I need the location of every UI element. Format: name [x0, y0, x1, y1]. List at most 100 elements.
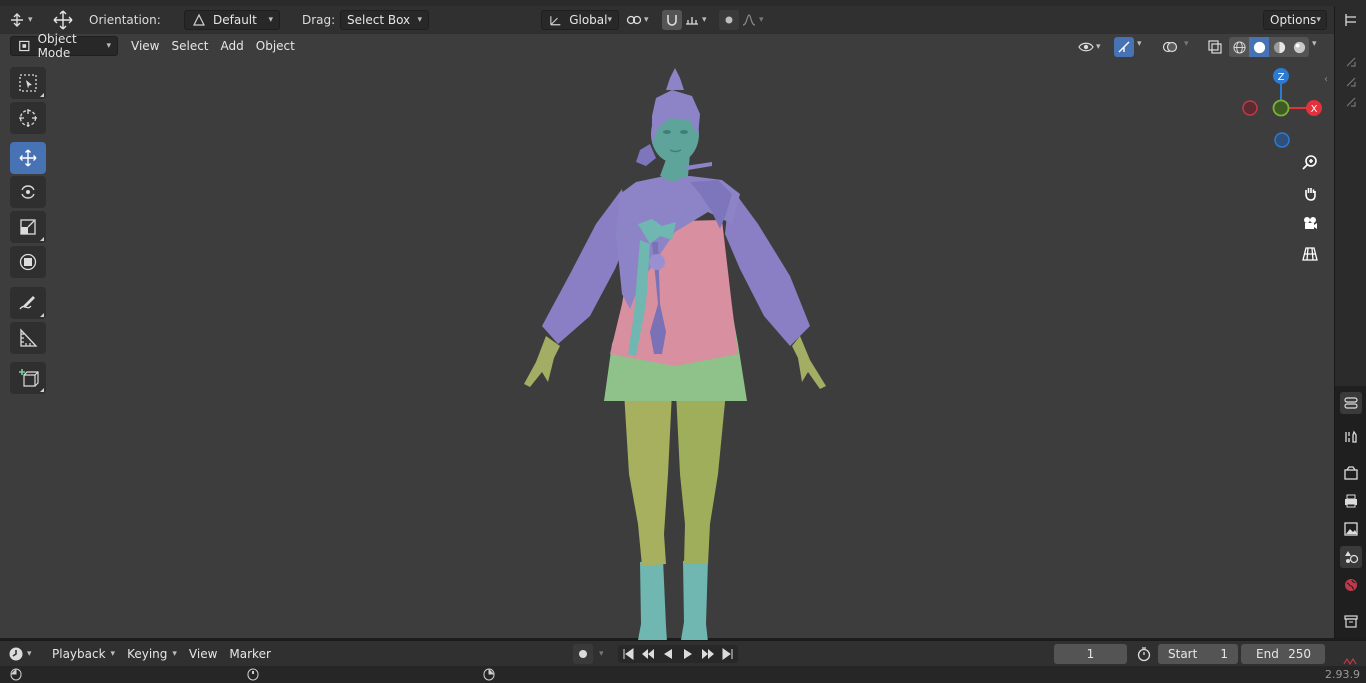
rotate-tool[interactable]	[10, 176, 46, 208]
proportional-falloff-dropdown[interactable]: ▾	[741, 10, 769, 30]
use-preview-range-toggle[interactable]	[1134, 644, 1154, 664]
jump-keyframe-back-button[interactable]	[639, 645, 657, 663]
hair-bun	[636, 144, 656, 166]
norigae-ornament	[649, 254, 665, 270]
menu-timeline-view[interactable]: View	[183, 644, 223, 664]
jump-to-end-button[interactable]	[719, 645, 737, 663]
play-icon	[684, 649, 692, 659]
snap-target-dropdown[interactable]: ▾	[684, 10, 714, 30]
pivot-point-dropdown[interactable]: ▾	[626, 10, 658, 30]
chevron-down-icon: ▾	[27, 649, 32, 659]
measure-tool[interactable]	[10, 322, 46, 354]
jump-keyframe-forward-button[interactable]	[699, 645, 717, 663]
render-properties-tab[interactable]	[1340, 462, 1362, 484]
stopwatch-icon	[1137, 647, 1151, 662]
chevron-down-icon: ▾	[106, 41, 111, 51]
proportional-editing-toggle[interactable]	[719, 10, 739, 30]
tool-variants-corner	[40, 388, 44, 392]
play-reverse-icon	[664, 649, 672, 659]
chevron-down-icon[interactable]: ▾	[1184, 39, 1189, 49]
add-cube-tool[interactable]	[10, 362, 46, 394]
chevron-down-icon[interactable]: ▾	[1137, 39, 1142, 49]
orientation-icon	[193, 13, 205, 26]
menu-object[interactable]: Object	[250, 36, 301, 56]
annotate-tool[interactable]	[10, 287, 46, 319]
tool-properties-tab[interactable]	[1340, 426, 1362, 448]
globe-icon	[1345, 579, 1357, 591]
xray-toggle[interactable]	[1205, 37, 1225, 57]
left-boot	[638, 559, 667, 646]
show-gizmo-toggle[interactable]	[1114, 37, 1134, 57]
options-dropdown[interactable]: Options ▾	[1263, 10, 1327, 30]
view-layer-properties-tab[interactable]	[1340, 518, 1362, 540]
auto-keying-toggle[interactable]: ▾	[573, 644, 613, 664]
orientation-dropdown[interactable]: Default ▾	[184, 10, 280, 30]
jump-to-start-button[interactable]	[619, 645, 637, 663]
play-button[interactable]	[679, 645, 697, 663]
select-box-tool[interactable]	[10, 67, 46, 99]
record-icon	[579, 650, 587, 658]
restrict-select-icon[interactable]	[1343, 94, 1359, 113]
outliner-editor-icon[interactable]	[1343, 12, 1359, 31]
character-model[interactable]	[500, 54, 850, 654]
start-frame-field[interactable]: Start 1	[1158, 644, 1238, 664]
collection-properties-tab[interactable]	[1340, 610, 1362, 632]
current-frame-field[interactable]: 1	[1054, 644, 1127, 664]
camera-view-button[interactable]	[1297, 210, 1323, 236]
transform-tool-icon	[11, 13, 23, 27]
restrict-select-icon[interactable]	[1343, 54, 1359, 73]
menu-add[interactable]: Add	[215, 36, 250, 56]
transform-orientation-dropdown[interactable]: Global ▾	[541, 10, 619, 30]
navigation-gizmo[interactable]: Z X	[1238, 67, 1328, 149]
zoom-button[interactable]	[1297, 149, 1323, 175]
pan-button[interactable]	[1297, 180, 1323, 206]
chevron-down-icon[interactable]: ▾	[1312, 39, 1317, 49]
gizmo-neg-z-axis[interactable]	[1274, 132, 1290, 148]
play-reverse-button[interactable]	[659, 645, 677, 663]
timeline-editor-type[interactable]: ▾	[8, 644, 40, 664]
menu-playback[interactable]: Playback ▾	[46, 644, 121, 664]
left-sleeve	[542, 189, 630, 344]
menu-view[interactable]: View	[125, 36, 165, 56]
editor-type-dropdown[interactable]: ▾	[8, 9, 40, 31]
sidebar-toggle-arrow[interactable]: ‹	[1324, 74, 1328, 85]
gizmo-y-axis[interactable]	[1272, 99, 1290, 117]
output-properties-tab[interactable]	[1340, 490, 1362, 512]
menu-select[interactable]: Select	[165, 36, 214, 56]
chevron-down-icon: ▾	[110, 649, 116, 659]
ortho-toggle-button[interactable]	[1297, 241, 1323, 267]
gizmo-neg-x-axis[interactable]	[1242, 100, 1258, 116]
chevron-down-icon: ▾	[599, 649, 604, 659]
move-tool[interactable]	[10, 142, 46, 174]
object-visibility-dropdown[interactable]: ▾	[1078, 37, 1108, 57]
3d-viewport[interactable]: Object Mode ▾ View Select Add Object ▾ ▾…	[0, 32, 1334, 646]
overlays-icon	[1162, 41, 1178, 53]
end-frame-field[interactable]: End 250	[1241, 644, 1325, 664]
world-properties-tab[interactable]	[1340, 574, 1362, 596]
cursor-tool[interactable]	[10, 102, 46, 134]
global-axes-icon	[550, 16, 561, 26]
show-overlays-toggle[interactable]	[1160, 37, 1180, 57]
scene-properties-tab[interactable]	[1340, 546, 1362, 568]
menu-keying[interactable]: Keying ▾	[121, 644, 183, 664]
version-label: 2.93.9	[1325, 668, 1360, 681]
start-value: 1	[1220, 647, 1228, 661]
object-mode-label: Object Mode	[37, 32, 77, 60]
rendered-shading-button[interactable]	[1289, 37, 1309, 57]
menu-marker[interactable]: Marker	[223, 644, 276, 664]
right-hand	[792, 336, 826, 389]
restrict-select-icon[interactable]	[1343, 74, 1359, 93]
transform-orientation-value: Global	[569, 13, 608, 27]
transform-tool[interactable]	[10, 246, 46, 278]
material-shading-button[interactable]	[1269, 37, 1289, 57]
wireframe-shading-button[interactable]	[1229, 37, 1249, 57]
scale-tool[interactable]	[10, 211, 46, 243]
properties-editor-icon[interactable]	[1340, 392, 1362, 414]
object-mode-dropdown[interactable]: Object Mode ▾	[10, 32, 118, 60]
move-tool-icon[interactable]	[50, 9, 76, 31]
snap-toggle[interactable]	[662, 10, 682, 30]
drag-dropdown[interactable]: Select Box ▾	[340, 10, 429, 30]
scene-icon	[1345, 551, 1359, 564]
select-box-icon	[19, 74, 37, 92]
solid-shading-button[interactable]	[1249, 37, 1269, 57]
